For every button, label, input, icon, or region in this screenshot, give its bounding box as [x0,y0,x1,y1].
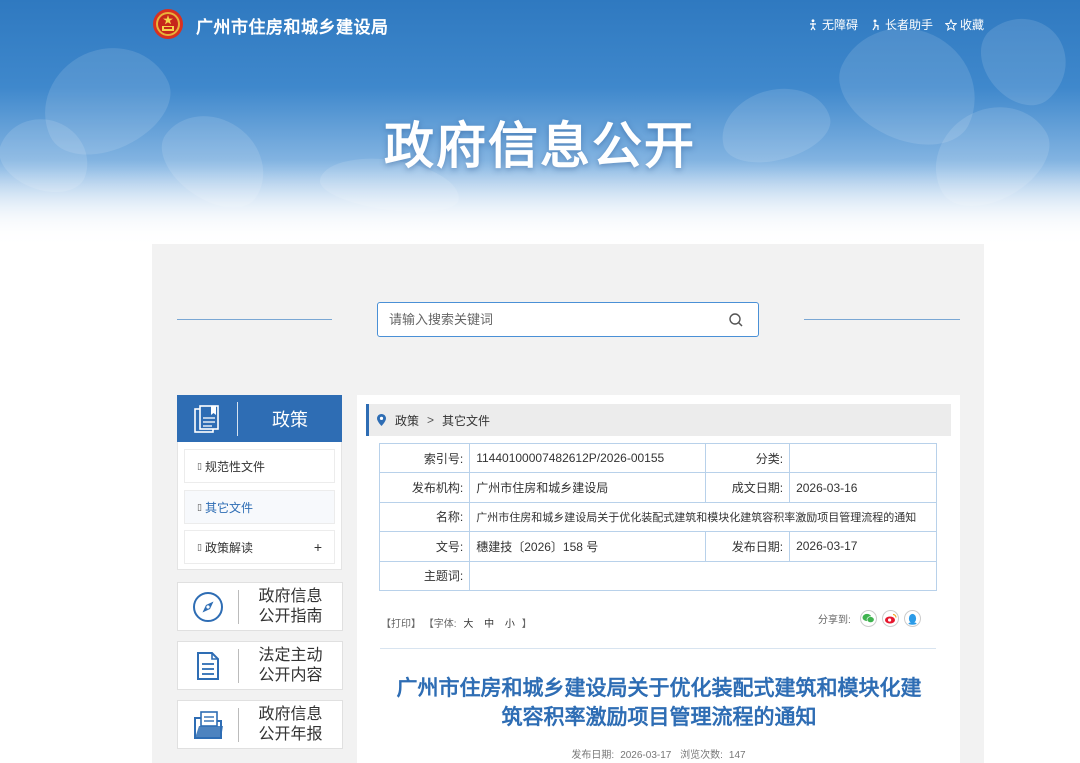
index-label: 索引号: [378,442,471,474]
content-divider [380,648,936,649]
article-meta: 发布日期: 2026-03-17 浏览次数: 147 [357,746,960,761]
elder-helper-icon [872,19,879,30]
wechat-icon [862,613,875,623]
article-publish-label: 发布日期: [571,750,615,761]
doc-number-value: 穗建技〔2026〕158 号 [469,531,707,562]
share-bar: 分享到: [818,610,921,627]
publish-date-value: 2026-03-17 [789,531,937,562]
article-title-line1: 广州市住房和城乡建设局关于优化装配式建筑和模块化建 [396,677,922,700]
share-label: 分享到: [818,615,851,626]
accessibility-link[interactable]: 无障碍 [807,16,858,33]
sidebar-item-label: 政策解读 [204,540,253,555]
font-large-button[interactable]: 大 [463,619,473,630]
favorite-link[interactable]: 收藏 [944,16,984,33]
card-line2: 公开指南 [258,607,323,625]
search-icon[interactable] [728,312,744,328]
card-line2: 公开内容 [258,666,323,684]
sidebar-item-policy-interpretation[interactable]: ▯ 政策解读 + [184,530,335,564]
breadcrumb-policy[interactable]: 政策 [395,412,419,429]
created-date-label: 成文日期: [705,472,791,503]
article-title-line2: 筑容积率激励项目管理流程的通知 [501,706,817,729]
sidebar-card-statutory-content[interactable]: 法定主动 公开内容 [177,641,343,690]
weibo-icon [884,613,897,624]
search-input[interactable] [378,303,718,336]
font-medium-button[interactable]: 中 [484,619,494,630]
sidebar-item-label: 规范性文件 [204,459,265,474]
font-size-close: 】 [521,619,532,630]
sidebar-item-normative-docs[interactable]: ▯ 规范性文件 [184,449,335,483]
font-size-label: 【字体: [423,619,457,630]
star-icon [944,18,957,31]
search-box [377,302,759,337]
publisher-label: 发布机构: [378,472,471,503]
subject-label: 主题词: [378,560,471,591]
site-title[interactable]: 广州市住房和城乡建设局 [196,13,389,38]
expand-icon[interactable]: + [314,539,322,555]
search-divider-right [804,319,960,320]
qq-icon [908,613,917,625]
document-meta-table: 索引号: 11440100007482612P/2026-00155 分类: 发… [378,442,937,591]
document-icon: ▯ [197,541,202,552]
sidebar-item-label: 其它文件 [204,500,253,515]
national-emblem-icon [153,9,183,39]
sidebar-item-other-docs[interactable]: ▯ 其它文件 [184,490,335,524]
doc-name-label: 名称: [378,501,471,533]
article-views-label: 浏览次数: [680,750,723,761]
favorite-label: 收藏 [959,18,984,32]
created-date-value: 2026-03-16 [789,472,937,503]
card-line1: 政府信息 [258,705,323,723]
article-publish-date: 2026-03-17 [620,750,672,761]
accessibility-label: 无障碍 [821,18,858,32]
category-value [789,442,937,474]
sidebar-header-label: 政策 [272,409,308,430]
card-line1: 政府信息 [258,587,323,605]
page-hero-title: 政府信息公开 [384,118,696,174]
publish-date-label: 发布日期: [705,531,791,562]
document-icon: ▯ [197,460,202,471]
location-pin-icon [377,414,386,426]
sidebar-list: ▯ 规范性文件 ▯ 其它文件 ▯ 政策解读 + [177,442,342,570]
compass-icon [193,591,223,622]
wechat-share-button[interactable] [859,610,877,627]
qq-share-button[interactable] [903,610,921,627]
subject-value [469,560,937,591]
article-tools: 【打印】 【字体: 大 中 小 】 [381,615,532,630]
font-small-button[interactable]: 小 [505,619,515,630]
article-title: 广州市住房和城乡建设局关于优化装配式建筑和模块化建 筑容积率激励项目管理流程的通… [370,674,948,732]
sidebar-header: 政策 [177,395,342,442]
publisher-value: 广州市住房和城乡建设局 [469,472,707,503]
breadcrumb: 政策 > 其它文件 [366,404,951,436]
policy-book-icon [194,404,219,433]
report-folder-icon [194,710,223,739]
card-line1: 法定主动 [258,646,323,664]
top-links: 无障碍 长者助手 收藏 [807,16,984,33]
category-label: 分类: [705,442,791,474]
doc-name-value: 广州市住房和城乡建设局关于优化装配式建筑和模块化建筑容积率激励项目管理流程的通知 [469,501,937,533]
card-line2: 公开年报 [258,725,323,743]
sidebar-card-disclosure-guide[interactable]: 政府信息 公开指南 [177,582,343,631]
index-value: 11440100007482612P/2026-00155 [469,442,707,474]
document-list-icon [197,651,219,680]
breadcrumb-other-docs[interactable]: 其它文件 [442,412,490,429]
accessibility-icon [809,18,816,30]
weibo-share-button[interactable] [881,610,899,627]
chevron-right-icon: > [427,413,435,427]
document-icon: ▯ [197,501,202,512]
sidebar-card-annual-report[interactable]: 政府信息 公开年报 [177,700,343,749]
search-divider-left [177,319,332,320]
article-views-count: 147 [728,750,746,761]
elder-helper-link[interactable]: 长者助手 [870,16,933,33]
doc-number-label: 文号: [378,531,471,562]
print-button[interactable]: 【打印】 [381,619,421,630]
elder-helper-label: 长者助手 [884,18,933,32]
